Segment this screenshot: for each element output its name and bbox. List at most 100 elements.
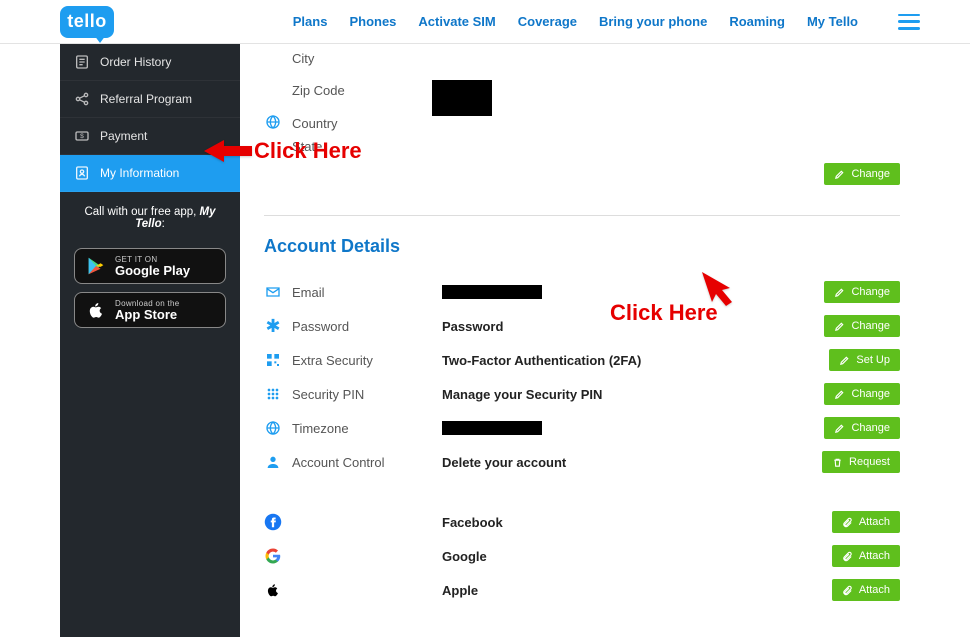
sidebar-item-label: Referral Program: [100, 92, 192, 106]
setup-2fa-button[interactable]: Set Up: [829, 349, 900, 371]
brand-text: tello: [67, 11, 107, 32]
attach-icon: [842, 551, 853, 562]
gg-value: Google: [442, 549, 487, 564]
nav-phones[interactable]: Phones: [349, 14, 396, 29]
gplay-big: Google Play: [115, 264, 190, 277]
change-address-button[interactable]: Change: [824, 163, 900, 185]
change-pin-button[interactable]: Change: [824, 383, 900, 405]
sidebar-item-label: My Information: [100, 166, 179, 180]
attach-facebook-button[interactable]: Attach: [832, 511, 900, 533]
section-title: Account Details: [264, 236, 900, 257]
payment-icon: $: [74, 128, 90, 144]
btn-label: Request: [849, 456, 890, 468]
tz-label: Timezone: [292, 421, 442, 436]
btn-label: Change: [851, 388, 890, 400]
pencil-icon: [834, 389, 845, 400]
appstore-text: Download on theApp Store: [115, 300, 180, 321]
pencil-icon: [839, 355, 850, 366]
address-row-state: State: [264, 136, 900, 157]
apple-social-icon: [264, 581, 282, 599]
address-row-country: Country: [264, 111, 900, 136]
pencil-icon: [834, 423, 845, 434]
keypad-icon: [264, 386, 282, 402]
sidebar-item-my-information[interactable]: My Information: [60, 155, 240, 192]
history-icon: [74, 54, 90, 70]
person-icon: [264, 454, 282, 470]
user-icon: [74, 165, 90, 181]
country-label: Country: [292, 116, 404, 131]
acct-value: Delete your account: [442, 455, 566, 470]
menu-icon[interactable]: [898, 14, 920, 30]
apple-icon: [85, 299, 107, 321]
nav-roaming[interactable]: Roaming: [729, 14, 785, 29]
ap-value: Apple: [442, 583, 478, 598]
top-bar: tello Plans Phones Activate SIM Coverage…: [0, 0, 970, 44]
app-store-badge[interactable]: Download on theApp Store: [74, 292, 226, 328]
attach-google-button[interactable]: Attach: [832, 545, 900, 567]
promo-prefix: Call with our free app,: [84, 206, 199, 218]
pencil-icon: [834, 169, 845, 180]
sidebar-item-label: Payment: [100, 129, 147, 143]
pencil-icon: [834, 321, 845, 332]
appstore-big: App Store: [115, 308, 180, 321]
btn-label: Set Up: [856, 354, 890, 366]
pin-value: Manage your Security PIN: [442, 387, 602, 402]
row-timezone: Timezone Change: [264, 411, 900, 445]
state-label: State: [292, 139, 432, 154]
sidebar-item-order-history[interactable]: Order History: [60, 44, 240, 81]
qr-icon: [264, 352, 282, 368]
top-nav: Plans Phones Activate SIM Coverage Bring…: [293, 14, 920, 30]
facebook-icon: [264, 513, 282, 531]
sidebar-item-payment[interactable]: $ Payment: [60, 118, 240, 155]
sidebar-promo: Call with our free app, My Tello:: [60, 192, 240, 240]
google-icon: [264, 547, 282, 565]
svg-text:$: $: [80, 133, 84, 140]
main-content: City Zip Code Country State Change Accou…: [240, 44, 970, 637]
fb-value: Facebook: [442, 515, 503, 530]
city-label: City: [292, 51, 432, 66]
btn-label: Attach: [859, 516, 890, 528]
gplay-text: GET IT ONGoogle Play: [115, 256, 190, 277]
nav-plans[interactable]: Plans: [293, 14, 328, 29]
nav-activate-sim[interactable]: Activate SIM: [418, 14, 495, 29]
row-account-control: Account Control Delete your account Requ…: [264, 445, 900, 479]
sidebar-item-referral[interactable]: Referral Program: [60, 81, 240, 118]
btn-label: Change: [851, 168, 890, 180]
btn-label: Attach: [859, 550, 890, 562]
btn-label: Change: [851, 286, 890, 298]
google-play-badge[interactable]: GET IT ONGoogle Play: [74, 248, 226, 284]
attach-icon: [842, 517, 853, 528]
password-value: Password: [442, 319, 503, 334]
globe-icon: [264, 420, 282, 436]
attach-apple-button[interactable]: Attach: [832, 579, 900, 601]
row-apple: Apple Attach: [264, 573, 900, 607]
address-row-zip: Zip Code: [264, 69, 900, 111]
trash-icon: [832, 457, 843, 468]
nav-coverage[interactable]: Coverage: [518, 14, 577, 29]
redacted-tz: [442, 421, 542, 435]
sidebar-item-label: Order History: [100, 55, 171, 69]
divider: [264, 215, 900, 216]
mail-icon: [264, 284, 282, 300]
change-password-button[interactable]: Change: [824, 315, 900, 337]
btn-label: Change: [851, 320, 890, 332]
redacted-value: [432, 80, 492, 116]
password-label: Password: [292, 319, 442, 334]
request-delete-button[interactable]: Request: [822, 451, 900, 473]
pencil-icon: [834, 287, 845, 298]
change-timezone-button[interactable]: Change: [824, 417, 900, 439]
row-facebook: Facebook Attach: [264, 505, 900, 539]
extsec-value: Two-Factor Authentication (2FA): [442, 353, 641, 368]
row-security-pin: Security PIN Manage your Security PIN Ch…: [264, 377, 900, 411]
extsec-label: Extra Security: [292, 353, 442, 368]
row-email: Email Change: [264, 275, 900, 309]
redacted-email: [442, 285, 542, 299]
row-google: Google Attach: [264, 539, 900, 573]
change-email-button[interactable]: Change: [824, 281, 900, 303]
nav-my-tello[interactable]: My Tello: [807, 14, 858, 29]
row-extra-security: Extra Security Two-Factor Authentication…: [264, 343, 900, 377]
brand-logo[interactable]: tello: [60, 6, 114, 38]
nav-bring-phone[interactable]: Bring your phone: [599, 14, 707, 29]
google-play-icon: [85, 255, 107, 277]
pin-label: Security PIN: [292, 387, 442, 402]
